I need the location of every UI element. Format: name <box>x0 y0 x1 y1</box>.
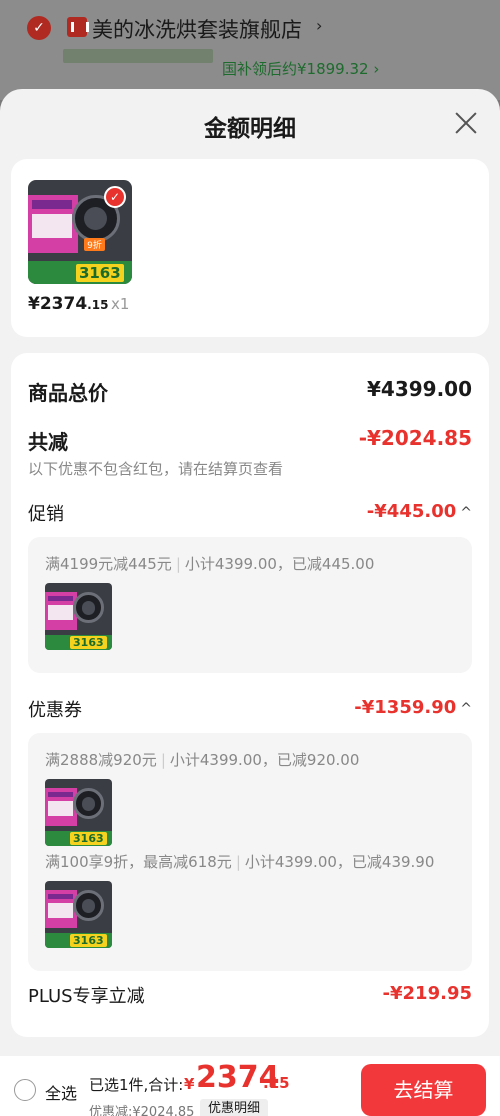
store-arrow-icon: › <box>316 16 323 35</box>
coupon-toggle[interactable]: -¥1359.90 ^ <box>354 697 472 718</box>
coupon-value: -¥1359.90 <box>354 697 457 718</box>
coupon-detail: 小计4399.00，已减439.90 <box>244 853 435 871</box>
total-reduce-label: 共减 <box>28 430 68 454</box>
total-amount-decimal: .15 <box>263 1074 290 1092</box>
total-reduce-value: -¥2024.85 <box>358 426 472 450</box>
discount-detail-button[interactable]: 优惠明细 <box>200 1099 269 1116</box>
promotion-product-image: 3163 <box>45 583 112 650</box>
coupon-rule-line: 满2888减920元 | 小计4399.00，已减920.00 <box>45 751 360 769</box>
plus-label: PLUS专享立减 <box>28 986 145 1007</box>
checkout-bar: 全选 已选1件,合计: ¥ 2374 .15 优惠减:¥2024.85 优惠明细… <box>0 1056 500 1116</box>
coupon-rule: 满2888减920元 <box>45 751 157 769</box>
total-price-value: ¥4399.00 <box>366 377 472 401</box>
product-price: ¥2374.15 <box>28 294 108 314</box>
promotion-detail: 小计4399.00，已减445.00 <box>184 555 375 573</box>
coupon-product-image: 3163 <box>45 881 112 948</box>
coupon-product-image: 3163 <box>45 779 112 846</box>
select-all-label[interactable]: 全选 <box>45 1080 77 1104</box>
coupon-label: 优惠券 <box>28 700 82 721</box>
sheet-title: 金额明细 <box>204 116 296 142</box>
store-banner-strip <box>63 49 213 63</box>
coupon-box: 满2888减920元 | 小计4399.00，已减920.00 3163 满100享… <box>28 733 472 971</box>
store-header-background: ✓ 美的冰洗烘套装旗舰店 › 国补领后约¥1899.32 › <box>0 0 500 100</box>
discount-info: 优惠减:¥2024.85 <box>89 1105 195 1116</box>
redpacket-note: 以下优惠不包含红包，请在结算页查看 <box>28 460 284 478</box>
coupon-rule: 满100享9折，最高减618元 <box>45 853 232 871</box>
promotion-toggle[interactable]: -¥445.00 ^ <box>367 501 472 522</box>
product-card: 9折 3163 ✓ ¥2374.15 x1 <box>11 159 489 337</box>
product-price-dec: .15 <box>87 298 109 312</box>
coupon-image-price: 3163 <box>70 831 107 845</box>
total-price-label: 商品总价 <box>28 381 108 405</box>
promotion-box: 满4199元减445元 | 小计4399.00，已减445.00 3163 <box>28 537 472 673</box>
promotion-image-price: 3163 <box>70 635 107 649</box>
promotion-value: -¥445.00 <box>366 501 457 522</box>
select-all-radio[interactable] <box>14 1079 36 1101</box>
image-price-label: 3163 <box>75 263 124 282</box>
product-image[interactable]: 9折 3163 ✓ <box>28 180 132 284</box>
chevron-up-icon: ^ <box>460 701 472 717</box>
coupon-rule-line: 满100享9折，最高减618元 | 小计4399.00，已减439.90 <box>45 853 435 871</box>
discount-tag: 9折 <box>84 238 105 252</box>
amount-detail-sheet: 金额明细 9折 3163 ✓ ¥2374.15 x1 商品总价 ¥4399.00… <box>0 89 500 1056</box>
product-quantity: x1 <box>111 295 130 313</box>
coupon-detail: 小计4399.00，已减920.00 <box>169 751 360 769</box>
chevron-up-icon: ^ <box>460 505 472 521</box>
promotion-label: 促销 <box>28 504 64 525</box>
product-price-int: ¥2374 <box>28 294 88 314</box>
close-icon[interactable] <box>454 111 478 135</box>
promotion-rule-line: 满4199元减445元 | 小计4399.00，已减445.00 <box>45 555 375 573</box>
price-detail-card: 商品总价 ¥4399.00 共减 -¥2024.85 以下优惠不包含红包，请在结… <box>11 353 489 1037</box>
total-currency: ¥ <box>184 1075 195 1093</box>
plus-value: -¥219.95 <box>382 983 472 1004</box>
shop-icon <box>67 17 89 37</box>
selected-check-icon: ✓ <box>104 186 126 208</box>
promotion-rule: 满4199元减445元 <box>45 555 172 573</box>
checkout-button[interactable]: 去结算 <box>361 1064 486 1116</box>
coupon-image-price: 3163 <box>70 933 107 947</box>
selected-info: 已选1件,合计: <box>89 1076 184 1094</box>
store-name: 美的冰洗烘套装旗舰店 <box>92 18 302 42</box>
subsidy-text: 国补领后约¥1899.32 › <box>222 60 380 78</box>
store-check-icon: ✓ <box>27 16 51 40</box>
